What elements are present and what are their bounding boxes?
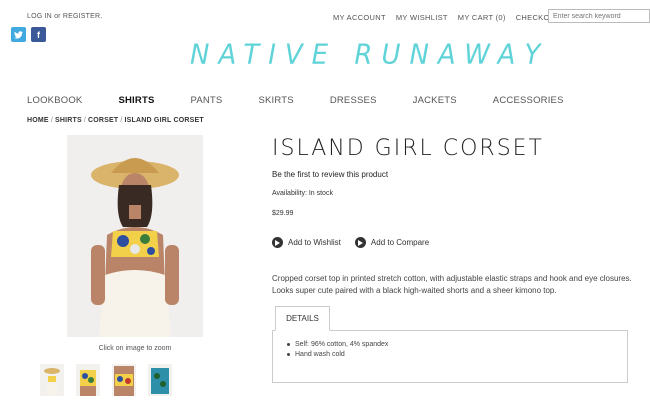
logo-text: NATIVE RUNAWAY [190,39,550,71]
review-link[interactable]: Be the first to review this product [272,170,388,179]
my-wishlist-link[interactable]: MY WISHLIST [396,13,448,22]
main-nav: LOOKBOOK SHIRTS PANTS SKIRTS DRESSES JAC… [27,95,600,106]
breadcrumb: HOME / SHIRTS / CORSET / ISLAND GIRL CORSET [27,117,204,124]
details-panel: Self: 96% cotton, 4% spandex Hand wash c… [272,330,628,383]
thumbnail-1[interactable] [40,364,64,396]
login-register-link[interactable]: LOG IN or REGISTER. [27,13,102,20]
product-thumbnails [40,364,172,396]
account-links: MY ACCOUNT MY WISHLIST MY CART (0) CHECK… [333,13,560,22]
login-register-text[interactable]: LOG IN or REGISTER. [27,13,102,20]
add-to-compare-label: Add to Compare [370,238,430,247]
arrow-right-icon [354,237,366,248]
zoom-caption: Click on image to zoom [98,345,172,352]
product-description: Cropped corset top in printed stretch co… [272,274,632,295]
nav-item-dresses[interactable]: DRESSES [330,95,377,106]
product-actions: Add to Wishlist Add to Compare [272,237,429,248]
nav-item-pants[interactable]: PANTS [191,95,223,106]
detail-item: Hand wash cold [287,351,613,358]
detail-item: Self: 96% cotton, 4% spandex [287,341,613,348]
facebook-glyph: f [37,29,40,40]
thumbnail-3[interactable] [112,364,136,396]
nav-item-shirts[interactable]: SHIRTS [118,95,154,106]
site-logo[interactable]: NATIVE RUNAWAY [190,39,550,80]
nav-item-skirts[interactable]: SKIRTS [258,95,293,106]
facebook-icon[interactable]: f [31,27,46,42]
product-title: ISLAND GIRL CORSET [272,136,544,161]
breadcrumb-corset[interactable]: CORSET [88,117,118,124]
add-to-compare-button[interactable]: Add to Compare [354,237,430,248]
thumbnail-4[interactable] [148,364,172,396]
breadcrumb-shirts[interactable]: SHIRTS [55,117,82,124]
main-product-image[interactable] [67,135,203,337]
nav-item-lookbook[interactable]: LOOKBOOK [27,95,82,106]
social-icons: f [11,27,46,42]
product-price: $29.99 [272,210,294,217]
arrow-right-icon [272,237,283,248]
nav-item-jackets[interactable]: JACKETS [413,95,457,106]
my-account-link[interactable]: MY ACCOUNT [333,13,386,22]
twitter-icon[interactable] [11,27,26,42]
breadcrumb-home[interactable]: HOME [27,117,49,124]
my-cart-link[interactable]: MY CART (0) [458,13,506,22]
add-to-wishlist-button[interactable]: Add to Wishlist [272,237,341,248]
tab-details-label: DETAILS [286,314,319,323]
search-input[interactable] [548,9,650,23]
nav-item-accessories[interactable]: ACCESSORIES [493,95,564,106]
tab-details[interactable]: DETAILS [275,306,330,331]
thumbnail-2[interactable] [76,364,100,396]
add-to-wishlist-label: Add to Wishlist [288,238,341,247]
breadcrumb-current: ISLAND GIRL CORSET [124,117,204,124]
availability-status: Availability: In stock [272,190,333,197]
